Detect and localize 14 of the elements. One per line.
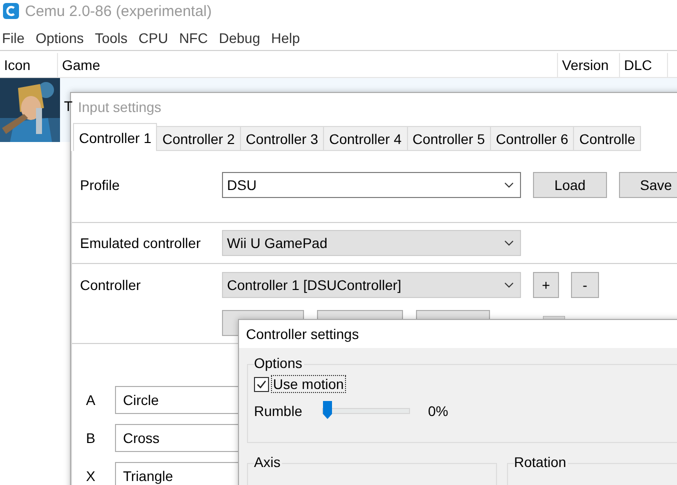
field-label: Controller [80,277,142,293]
window-title: Cemu 2.0-86 (experimental) [25,2,212,20]
slider-value: 0% [428,403,448,419]
field-label: Profile [80,177,121,193]
group-title: Axis [254,454,282,470]
field-label: Emulated controller [80,235,202,251]
group-title: Options [254,355,304,371]
group-title: Rotation [514,454,568,470]
button-label: B [86,430,96,446]
game-title: T [64,98,73,114]
button-label: X [86,468,96,484]
button-label: A [86,392,96,408]
dialog-title: Input settings [71,93,677,121]
dialog-title: Controller settings [239,320,677,348]
